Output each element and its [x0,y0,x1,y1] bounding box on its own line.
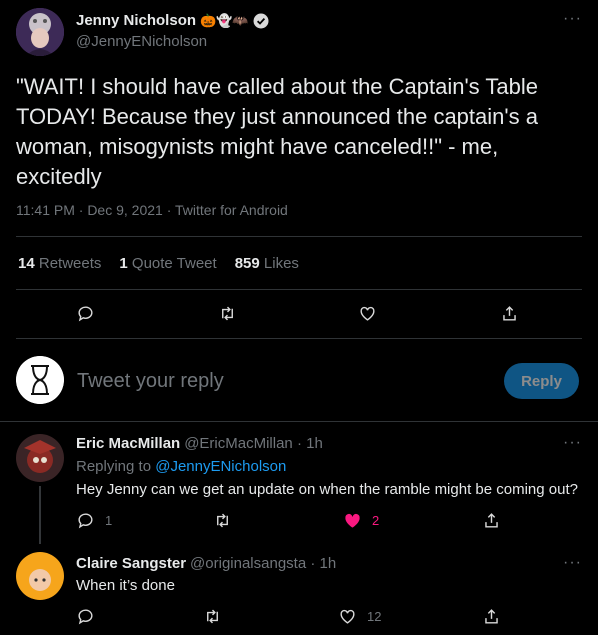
quotes-stat[interactable]: 1 Quote Tweet [119,255,216,272]
quotes-label: Quote Tweet [131,255,217,272]
reply-count: 1 [105,513,113,528]
avatar-current-user [16,356,64,404]
share-icon[interactable] [482,511,501,530]
replying-to: Replying to @JennyENicholson [76,458,286,475]
tweet-timestamp[interactable]: 11:41 PM · Dec 9, 2021 · Twitter for And… [16,202,288,218]
more-options-icon[interactable]: ··· [563,435,582,451]
share-icon[interactable] [500,304,519,323]
likes-stat[interactable]: 859 Likes [235,255,299,272]
reply-composer-input[interactable]: Tweet your reply [77,370,224,393]
reply-icon[interactable]: 1 [76,511,112,530]
divider [16,338,582,339]
more-options-icon[interactable]: ··· [563,555,582,571]
avatar-jenny[interactable] [16,8,64,56]
name-emojis: 🎃👻🦇 [200,12,249,28]
avatar-image [16,434,64,482]
hourglass-avatar-image [16,356,64,404]
like-icon[interactable] [358,304,377,323]
reply-author-name[interactable]: Eric MacMillan [76,435,180,452]
quotes-count: 1 [119,255,128,272]
like-icon[interactable]: 12 [338,607,381,626]
divider [16,236,582,237]
tweet-text-line: woman, misogynists might have canceled!!… [16,134,499,159]
retweet-icon[interactable] [213,511,232,530]
retweets-count: 14 [18,255,35,272]
retweet-icon[interactable] [203,607,222,626]
avatar-image [16,8,64,56]
author-handle[interactable]: @JennyENicholson [76,33,207,50]
author-name[interactable]: Jenny Nicholson [76,12,196,29]
reply-handle-time[interactable]: @EricMacMillan · 1h [184,435,323,452]
avatar-claire[interactable] [16,552,64,600]
like-icon[interactable]: 2 [343,511,379,530]
retweets-label: Retweets [38,255,102,272]
likes-count: 859 [234,255,260,272]
reply-text: When it’s done [76,577,175,594]
divider [0,421,598,422]
retweets-stat[interactable]: 14 Retweets [18,255,101,272]
replying-to-link[interactable]: @JennyENicholson [155,458,286,475]
like-count: 12 [367,609,382,624]
tweet-text: "WAIT! I should have called about the Ca… [16,72,586,192]
tweet-text-line: TODAY! Because they just announced the c… [16,104,538,129]
like-count: 2 [372,513,380,528]
thread-line [39,486,41,544]
verified-icon [253,13,269,29]
likes-label: Likes [263,255,299,272]
reply-text: Hey Jenny can we get an update on when t… [76,481,578,498]
divider [16,289,582,290]
reply-icon[interactable] [76,607,95,626]
replying-to-label: Replying to [76,458,152,475]
reply-author-name[interactable]: Claire Sangster [76,555,186,572]
reply-handle-time[interactable]: @originalsangsta · 1h [190,555,336,572]
tweet-text-line: excitedly [16,164,102,189]
tweet-stats: 14 Retweets 1 Quote Tweet 859 Likes [18,255,299,272]
avatar-eric[interactable] [16,434,64,482]
tweet-text-line: "WAIT! I should have called about the Ca… [16,74,538,99]
reply-button[interactable]: Reply [504,363,579,399]
retweet-icon[interactable] [218,304,237,323]
more-options-icon[interactable]: ··· [563,11,582,27]
share-icon[interactable] [482,607,501,626]
reply-icon[interactable] [76,304,95,323]
avatar-image [16,552,64,600]
